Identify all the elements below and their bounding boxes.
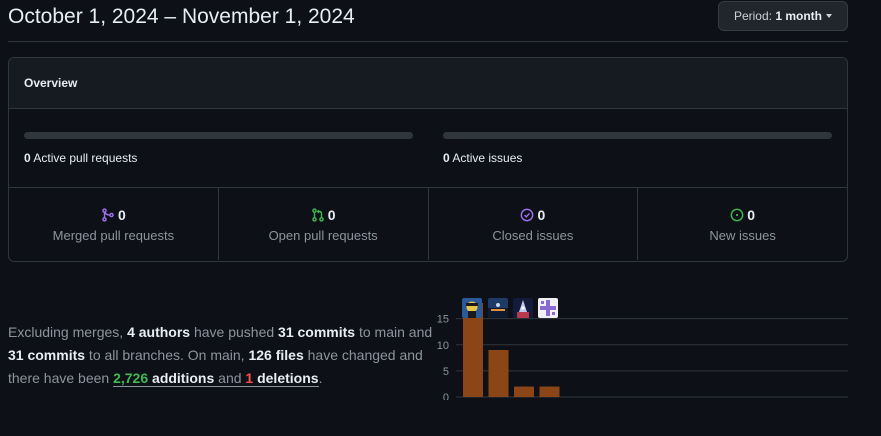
- git-pull-request-icon: [311, 208, 324, 222]
- summary-text: Excluding merges,: [8, 324, 128, 340]
- contributors-bar-chart: 0 5 10 15: [430, 298, 850, 426]
- issue-opened-icon: [730, 208, 744, 222]
- y-tick-label-1: 5: [443, 366, 449, 378]
- additions-deletions-link[interactable]: 2,726 additions and 1 deletions: [113, 370, 319, 387]
- author-avatar-3[interactable]: [513, 298, 533, 318]
- files-changed-count: 126 files: [248, 347, 304, 363]
- active-pull-requests-label: Active pull requests: [33, 151, 138, 165]
- open-pull-requests-stat[interactable]: 0 Open pull requests: [219, 188, 429, 260]
- additions-count: 2,726: [113, 370, 149, 386]
- overview-panel: Overview 0 Active pull requests 0 Active…: [8, 57, 848, 262]
- closed-issues-stat[interactable]: 0 Closed issues: [429, 188, 639, 260]
- caret-down-icon: [826, 14, 832, 18]
- merged-pull-requests-stat[interactable]: 0 Merged pull requests: [9, 188, 219, 260]
- y-tick-label-2: 10: [437, 340, 449, 352]
- active-issues: 0 Active issues: [443, 132, 832, 165]
- deletions-count: 1: [245, 370, 254, 386]
- author-avatar-2[interactable]: [488, 298, 508, 318]
- date-range-title: October 1, 2024 – November 1, 2024: [8, 5, 355, 28]
- deletions-label: deletions: [257, 370, 319, 386]
- stats-row: 0 Merged pull requests 0 Open pull reque…: [9, 188, 847, 260]
- y-tick-label-3: 15: [437, 314, 449, 326]
- summary-text: .: [318, 370, 323, 386]
- open-pull-requests-count: 0: [327, 207, 336, 223]
- additions-label: additions: [152, 370, 215, 386]
- summary-text: to all branches. On main,: [85, 347, 249, 363]
- period-prefix: Period:: [733, 9, 772, 23]
- commits-all-count: 31 commits: [8, 347, 86, 363]
- page-header: October 1, 2024 – November 1, 2024 Perio…: [8, 0, 848, 42]
- commit-summary: Excluding merges, 4 authors have pushed …: [8, 321, 433, 390]
- y-tick-label-0: 0: [443, 392, 449, 400]
- commit-bar-2[interactable]: [488, 350, 509, 397]
- period-value: 1 month: [775, 9, 822, 23]
- new-issues-stat[interactable]: 0 New issues: [638, 188, 847, 260]
- active-issues-bar: [443, 132, 832, 139]
- commit-bar-4[interactable]: [539, 386, 560, 397]
- issue-closed-icon: [521, 208, 534, 222]
- active-pull-requests-count[interactable]: 0: [24, 151, 31, 165]
- merged-pull-requests-count: 0: [117, 207, 126, 223]
- author-avatar-4[interactable]: [538, 298, 558, 318]
- git-merge-icon: [102, 208, 114, 222]
- open-pull-requests-label: Open pull requests: [268, 228, 378, 243]
- active-bars-row: 0 Active pull requests 0 Active issues: [9, 109, 847, 188]
- closed-issues-label: Closed issues: [492, 228, 574, 243]
- active-issues-count[interactable]: 0: [443, 151, 450, 165]
- closed-issues-count: 0: [537, 207, 546, 223]
- new-issues-label: New issues: [709, 228, 776, 243]
- new-issues-count: 0: [747, 207, 756, 223]
- commits-main-count: 31 commits: [278, 324, 356, 340]
- active-pull-requests-bar: [24, 132, 413, 139]
- authors-count: 4 authors: [127, 324, 191, 340]
- overview-title: Overview: [9, 58, 847, 109]
- active-issues-label: Active issues: [452, 151, 523, 165]
- merged-pull-requests-label: Merged pull requests: [52, 228, 175, 243]
- author-avatar-1[interactable]: [462, 298, 482, 318]
- commit-bar-3[interactable]: [514, 386, 534, 397]
- summary-text: and: [214, 370, 246, 386]
- summary-text: have pushed: [190, 324, 279, 340]
- period-dropdown-button[interactable]: Period: 1 month: [717, 1, 848, 31]
- summary-text: to main and: [355, 324, 433, 340]
- active-pull-requests: 0 Active pull requests: [24, 132, 413, 165]
